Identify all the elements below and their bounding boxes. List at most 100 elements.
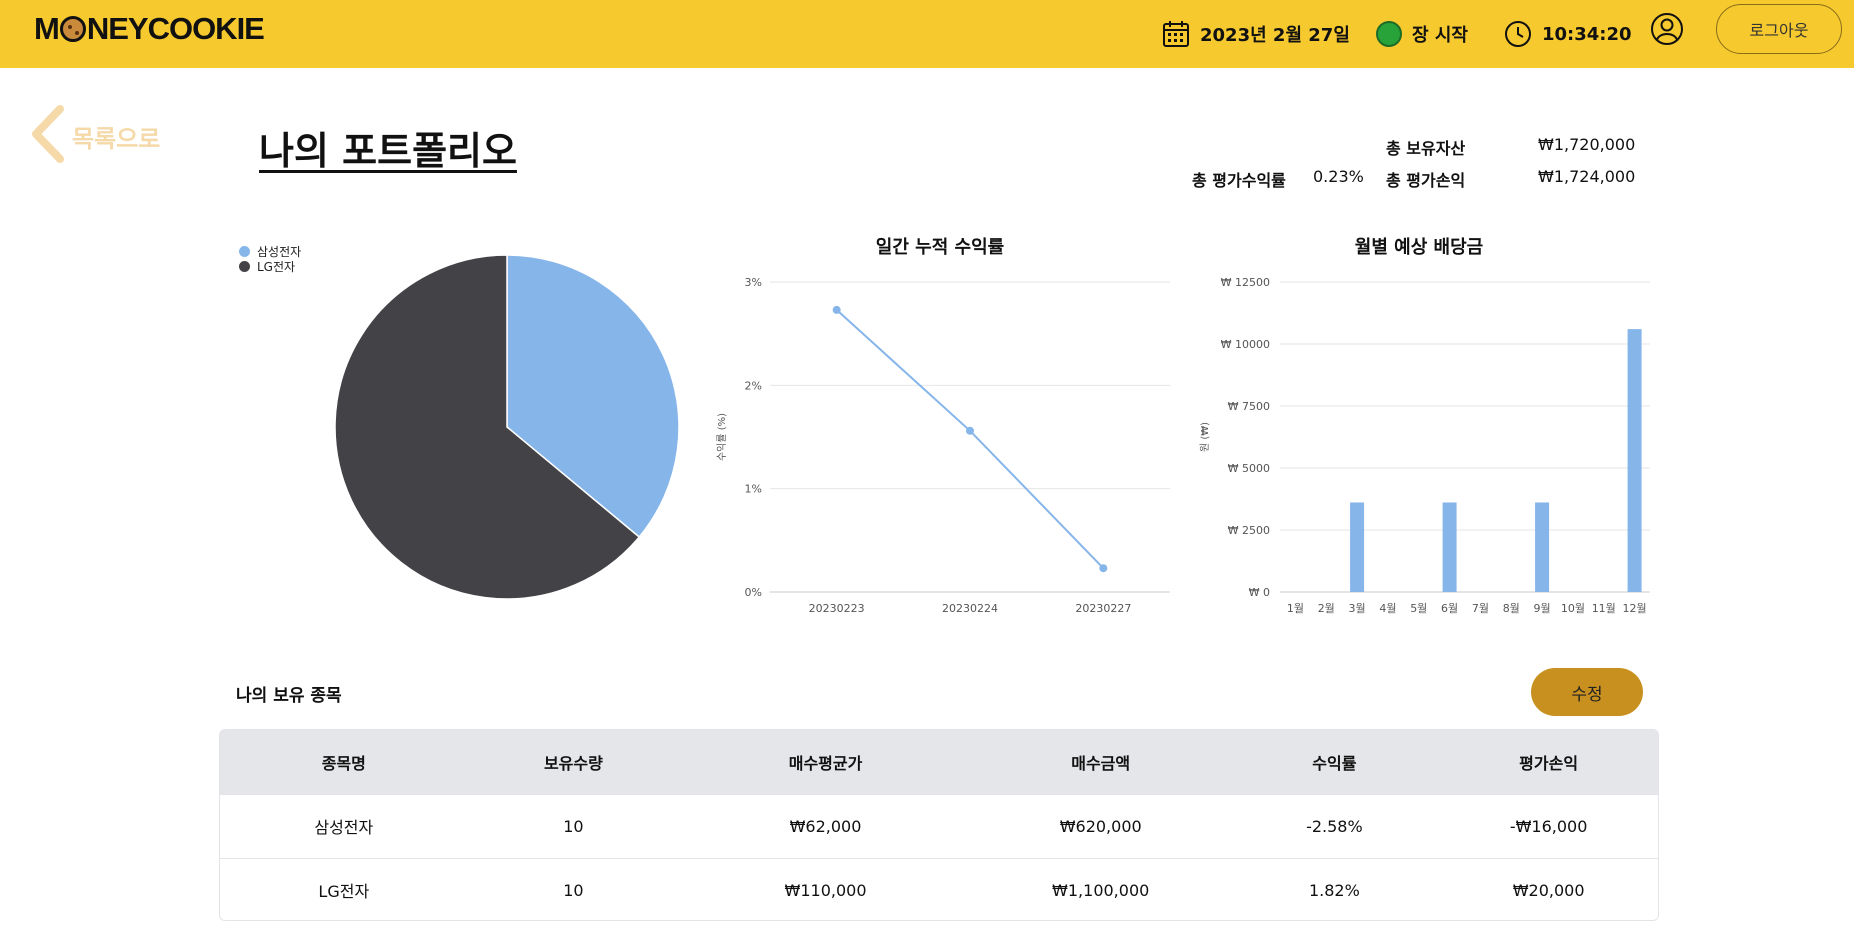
time-text: 10:34:20 bbox=[1542, 23, 1632, 45]
market-status-text: 장 시작 bbox=[1412, 25, 1468, 46]
x-tick-label: 1월 bbox=[1287, 602, 1304, 615]
cookie-icon bbox=[59, 16, 86, 42]
legend-item-1[interactable]: LG전자 bbox=[239, 259, 301, 274]
cell-stock-name: 삼성전자 bbox=[314, 818, 374, 837]
bar bbox=[1535, 502, 1550, 592]
cell-quantity: 10 bbox=[563, 880, 584, 900]
y-tick-label: 1% bbox=[745, 483, 762, 496]
calendar-icon bbox=[1162, 20, 1190, 48]
y-axis-label: 수익률 (%) bbox=[716, 413, 728, 461]
cell-quantity: 10 bbox=[563, 816, 584, 836]
y-tick-label: ₩ 2500 bbox=[1228, 524, 1270, 537]
status-dot-icon bbox=[1376, 21, 1402, 47]
column-header[interactable]: 매수평균가 bbox=[679, 730, 972, 794]
x-tick-label: 9월 bbox=[1534, 602, 1551, 615]
return-rate-label-text: 총 평가수익률 bbox=[1192, 171, 1286, 190]
x-tick-label: 2월 bbox=[1318, 602, 1335, 615]
x-tick-label: 12월 bbox=[1623, 602, 1647, 615]
status-dot bbox=[1376, 21, 1402, 47]
x-tick-label: 4월 bbox=[1379, 602, 1396, 615]
y-tick-label: 3% bbox=[745, 276, 762, 289]
cell-avg-price: ₩110,000 bbox=[784, 880, 867, 900]
x-tick-label: 6월 bbox=[1441, 602, 1458, 615]
total-pl-label: 총 평가손익 bbox=[1386, 167, 1465, 191]
column-header[interactable]: 종목명 bbox=[220, 730, 468, 794]
x-tick-label: 3월 bbox=[1349, 602, 1366, 615]
data-point bbox=[832, 305, 841, 314]
legend-swatch-0 bbox=[239, 246, 250, 257]
y-tick-label: 0% bbox=[745, 586, 762, 599]
series-line bbox=[835, 309, 1105, 569]
data-point bbox=[966, 426, 974, 435]
return-rate-value: 0.23% bbox=[1313, 167, 1364, 186]
user-icon[interactable] bbox=[1650, 12, 1684, 46]
y-tick-label: 2% bbox=[745, 379, 762, 392]
x-tick-label: 8월 bbox=[1503, 602, 1520, 615]
logo-rest: NEYCOOKIE bbox=[86, 11, 265, 46]
data-point bbox=[1099, 564, 1108, 573]
total-pl-label-text: 총 평가손익 bbox=[1386, 171, 1466, 190]
cell-purchase-amount: ₩1,100,000 bbox=[1052, 880, 1150, 900]
back-to-list-link[interactable]: 목록으로 bbox=[30, 105, 161, 167]
page-title: 나의 포트폴리오 bbox=[259, 129, 517, 173]
cell-return-rate: -2.58% bbox=[1306, 816, 1363, 836]
y-tick-label: ₩ 0 bbox=[1249, 586, 1270, 599]
bar bbox=[1442, 502, 1457, 592]
column-header[interactable]: 수익률 bbox=[1230, 730, 1440, 794]
total-assets-label-text: 총 보유자산 bbox=[1386, 139, 1466, 158]
bar bbox=[1627, 329, 1642, 592]
line-chart: 0% 1% 2% 3% 수익률 (%) 20230223 20230224 20230227 bbox=[716, 276, 1170, 615]
header-time: 10:34:20 bbox=[1504, 14, 1632, 54]
bar-chart: ₩ 0 ₩ 2500 ₩ 5000 ₩ 7500 ₩ 10000 ₩ 12500 원 (₩)… bbox=[1199, 276, 1650, 615]
x-tick-label: 20230223 bbox=[809, 602, 865, 615]
line-chart-title: 일간 누적 수익률 bbox=[875, 237, 1005, 258]
cell-profit-loss: ₩20,000 bbox=[1512, 880, 1585, 900]
y-tick-label: ₩ 7500 bbox=[1228, 400, 1270, 413]
x-tick-label: 11월 bbox=[1592, 602, 1616, 615]
legend-swatch-1 bbox=[239, 261, 250, 272]
pie-legend: 삼성전자 LG전자 bbox=[239, 244, 301, 274]
cell-profit-loss: -₩16,000 bbox=[1509, 816, 1588, 836]
legend-item-0[interactable]: 삼성전자 bbox=[239, 244, 301, 259]
chevron-left-icon bbox=[30, 105, 66, 167]
top-bar: M NEYCOOKIE 2023년 2월 27일 장 시작 10:34:20 로… bbox=[0, 0, 1854, 68]
holdings-table: 종목명 보유수량 매수평균가 매수금액 수익률 평가손익 삼성전자 10 ₩62… bbox=[219, 729, 1659, 921]
total-assets-label: 총 보유자산 bbox=[1386, 135, 1465, 159]
logout-button[interactable]: 로그아웃 bbox=[1716, 4, 1842, 54]
edit-button[interactable]: 수정 bbox=[1531, 668, 1643, 716]
column-header[interactable]: 매수금액 bbox=[972, 730, 1230, 794]
x-tick-label: 5월 bbox=[1410, 602, 1427, 615]
market-status: 장 시작 bbox=[1376, 14, 1468, 54]
column-header[interactable]: 보유수량 bbox=[468, 730, 680, 794]
holdings-title: 나의 보유 종목 bbox=[236, 686, 342, 706]
y-tick-label: ₩ 12500 bbox=[1221, 276, 1270, 289]
x-tick-label: 7월 bbox=[1472, 602, 1489, 615]
legend-label-1: LG전자 bbox=[257, 260, 296, 274]
logo[interactable]: M NEYCOOKIE bbox=[34, 11, 265, 46]
date-text: 2023년 2월 27일 bbox=[1200, 25, 1350, 46]
table-row[interactable]: LG전자 10 ₩110,000 ₩1,100,000 1.82% ₩20,00… bbox=[220, 858, 1658, 920]
total-assets-value: ₩1,720,000 bbox=[1538, 135, 1636, 154]
clock-icon bbox=[1504, 20, 1532, 48]
x-tick-label: 10월 bbox=[1561, 602, 1585, 615]
header-date: 2023년 2월 27일 bbox=[1162, 14, 1350, 54]
back-label: 목록으로 bbox=[72, 124, 161, 153]
table-row[interactable]: 삼성전자 10 ₩62,000 ₩620,000 -2.58% -₩16,000 bbox=[220, 794, 1658, 858]
y-tick-label: ₩ 5000 bbox=[1228, 462, 1270, 475]
total-pl-value: ₩1,724,000 bbox=[1538, 167, 1636, 186]
y-axis-label: 원 (₩) bbox=[1199, 422, 1211, 452]
cell-purchase-amount: ₩620,000 bbox=[1059, 816, 1142, 836]
cell-return-rate: 1.82% bbox=[1308, 880, 1360, 900]
cell-stock-name: LG전자 bbox=[318, 882, 370, 902]
y-tick-label: ₩ 10000 bbox=[1221, 338, 1270, 351]
bar-chart-title: 월별 예상 배당금 bbox=[1354, 237, 1484, 258]
cell-avg-price: ₩62,000 bbox=[789, 816, 862, 836]
return-rate-label: 총 평가수익률 bbox=[1192, 167, 1286, 191]
logo-m: M bbox=[34, 11, 60, 46]
x-tick-label: 20230227 bbox=[1075, 602, 1131, 615]
bar bbox=[1350, 502, 1365, 592]
column-header[interactable]: 평가손익 bbox=[1439, 730, 1658, 794]
pie-chart bbox=[334, 254, 680, 600]
table-header-row: 종목명 보유수량 매수평균가 매수금액 수익률 평가손익 bbox=[220, 730, 1658, 794]
x-tick-label: 20230224 bbox=[942, 602, 998, 615]
